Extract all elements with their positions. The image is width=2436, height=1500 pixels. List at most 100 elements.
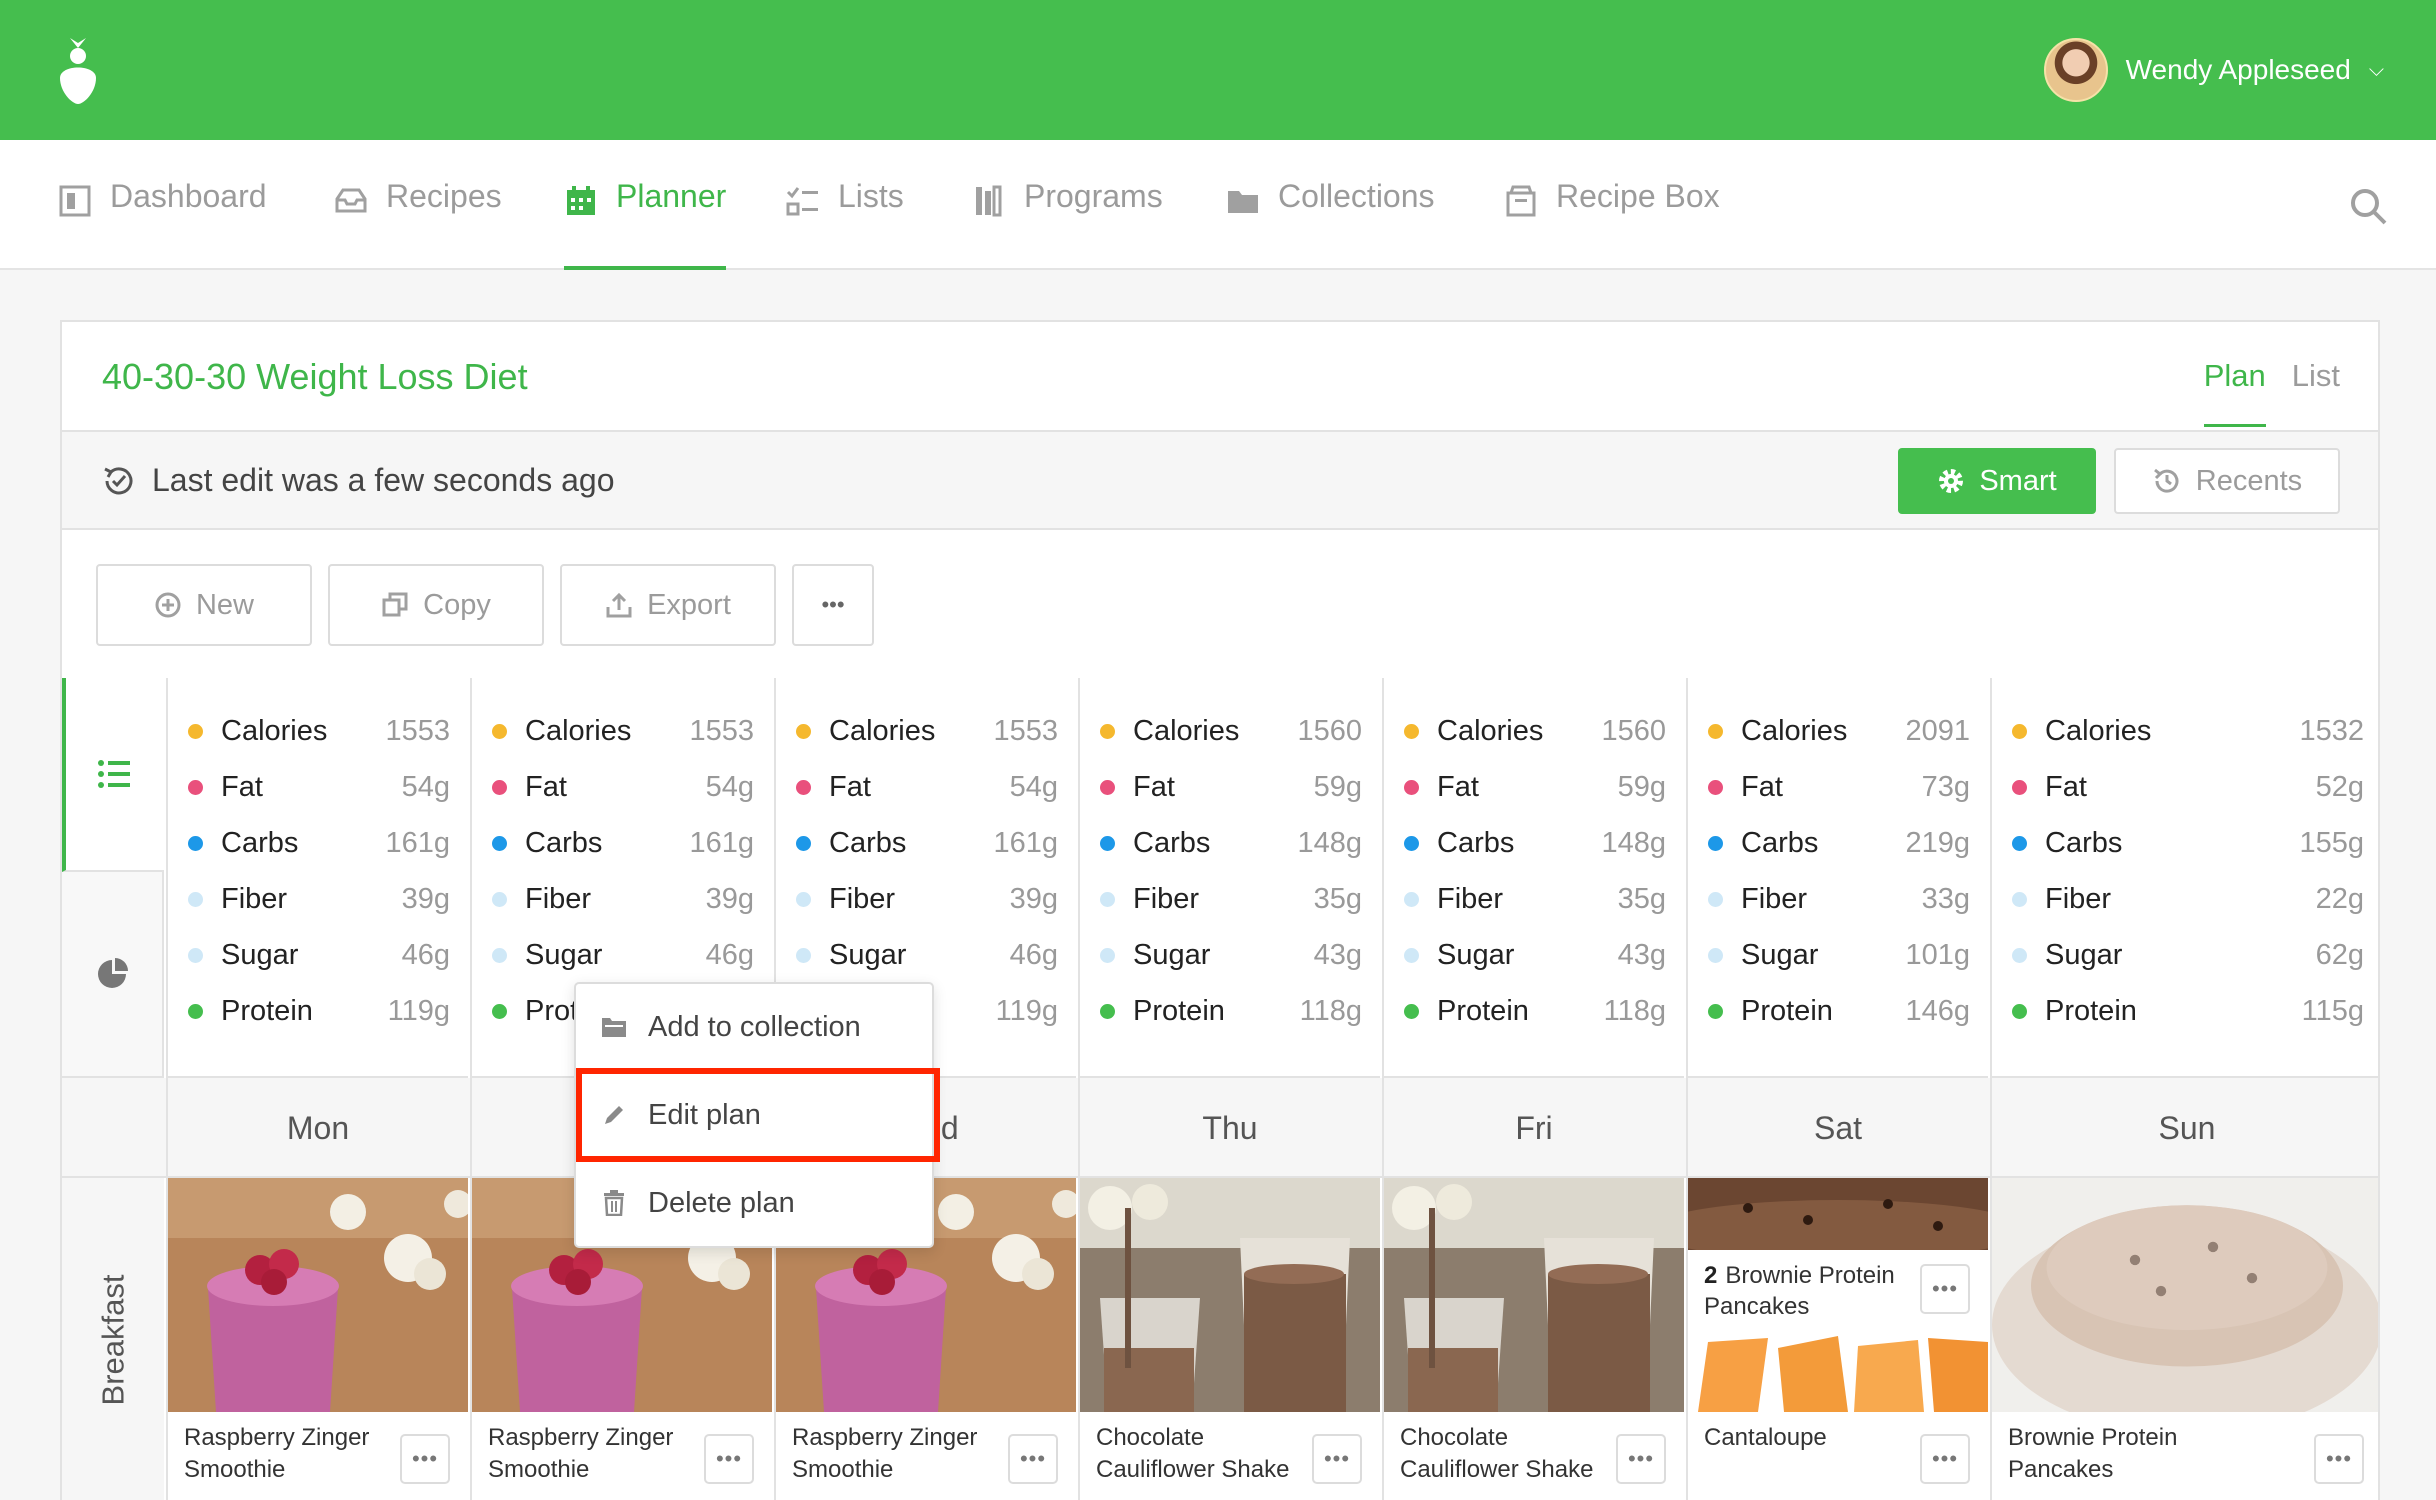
add-to-collection-item[interactable]: Add to collection [576, 986, 932, 1068]
nutrient-value: 54g [401, 770, 450, 803]
tab-list[interactable]: List [2292, 358, 2340, 427]
more-options-button[interactable]: ••• [792, 564, 874, 646]
recents-button[interactable]: Recents [2114, 448, 2340, 514]
recipe-options-button[interactable]: ••• [1616, 1434, 1666, 1484]
fiber-dot-icon [1404, 891, 1419, 907]
nutrient-row-fat: Fat 73g [1688, 758, 1988, 816]
delete-plan-item[interactable]: Delete plan [576, 1162, 932, 1244]
meal-photo[interactable] [168, 1178, 468, 1412]
nutrient-name: Sugar [829, 938, 907, 971]
daily-nutrition-sun: Calories 1532 Fat 52g Carbs 155g Fiber 22g Sugar… [1990, 678, 2378, 1078]
protein-dot-icon [492, 1003, 507, 1019]
calories-dot-icon [2012, 723, 2027, 739]
search-icon[interactable] [2348, 186, 2388, 226]
recipe-name[interactable]: Chocolate Cauliflower Shake [1096, 1422, 1306, 1486]
nutrient-row-calories: Calories 2091 [1688, 702, 1988, 760]
export-button[interactable]: Export [560, 564, 776, 646]
recipe-name[interactable]: Brownie Protein Pancakes [2008, 1422, 2218, 1486]
user-menu[interactable]: Wendy Appleseed ⌵ [2043, 38, 2384, 102]
avatar [2043, 38, 2108, 102]
nutrient-row-fiber: Fiber 39g [472, 870, 772, 928]
day-header-sat: Sat [1686, 1078, 1988, 1178]
meal-card[interactable]: Brownie Protein Pancakes ••• [1990, 1178, 2378, 1500]
nav-label: Dashboard [110, 178, 267, 214]
nav-recipe-box[interactable]: Recipe Box [1504, 178, 1720, 270]
list-icon [98, 760, 130, 788]
recipe-options-button[interactable]: ••• [1008, 1434, 1058, 1484]
daily-nutrition-sat: Calories 2091 Fat 73g Carbs 219g Fiber 33g Sugar… [1686, 678, 1988, 1078]
user-name: Wendy Appleseed [2125, 54, 2351, 85]
nutrient-value: 118g [1299, 994, 1362, 1027]
fat-dot-icon [1100, 779, 1115, 795]
meal-card[interactable]: Chocolate Cauliflower Shake ••• [1382, 1178, 1684, 1500]
gear-icon [1939, 469, 1964, 493]
nutrient-value: 43g [1617, 938, 1666, 971]
nutrient-value: 148g [1601, 826, 1666, 859]
nav-dashboard[interactable]: Dashboard [58, 178, 267, 270]
carbs-dot-icon [492, 835, 507, 851]
nutrient-name: Fat [1133, 770, 1175, 803]
nutrient-value: 161g [385, 826, 450, 859]
nav-programs[interactable]: Programs [972, 178, 1163, 270]
meal-photo[interactable] [1992, 1178, 2378, 1412]
meal-card[interactable]: 2 Brownie Protein Pancakes ••• Cantaloupe ••… [1686, 1178, 1988, 1500]
recipe-name[interactable]: Raspberry Zinger Smoothie [792, 1422, 1002, 1486]
recipe-options-button[interactable]: ••• [400, 1434, 450, 1484]
nutrient-value: 219g [1905, 826, 1970, 859]
recipe-name[interactable]: Raspberry Zinger Smoothie [184, 1422, 394, 1486]
nutrient-value: 148g [1297, 826, 1362, 859]
list-view-tab[interactable] [62, 678, 164, 872]
nutrient-row-sugar: Sugar 43g [1080, 926, 1380, 984]
nutrient-name: Sugar [525, 938, 603, 971]
nutrient-value: 119g [387, 994, 450, 1027]
meal-card[interactable]: Chocolate Cauliflower Shake ••• [1078, 1178, 1380, 1500]
nav-label: Lists [838, 178, 904, 214]
nutrient-value: 54g [705, 770, 754, 803]
main-nav: Dashboard Recipes Planner Lists Programs… [0, 140, 2436, 270]
nutrient-name: Fat [829, 770, 871, 803]
edit-plan-highlight-box [576, 1068, 940, 1162]
nutrient-row-carbs: Carbs 148g [1384, 814, 1684, 872]
recipe-options-button[interactable]: ••• [1312, 1434, 1362, 1484]
strawberry-logo-icon[interactable] [56, 34, 100, 106]
meal-photo[interactable] [1080, 1178, 1380, 1412]
nutrient-name: Calories [1133, 714, 1240, 747]
copy-button[interactable]: Copy [328, 564, 544, 646]
chart-view-tab[interactable] [62, 872, 164, 1078]
calendar-icon [564, 184, 598, 218]
nav-planner[interactable]: Planner [564, 178, 727, 270]
calories-dot-icon [492, 723, 507, 739]
nutrient-value: 155g [2299, 826, 2364, 859]
smart-label: Smart [1979, 464, 2057, 497]
new-button[interactable]: New [96, 564, 312, 646]
nutrient-name: Calories [1437, 714, 1544, 747]
nav-recipes[interactable]: Recipes [334, 178, 502, 270]
recipe-name[interactable]: Cantaloupe [1704, 1422, 1914, 1454]
nutrient-row-protein: Protein 118g [1384, 982, 1684, 1040]
day-header-row: MonTueWedThuFriSatSun [62, 1078, 2378, 1178]
nutrient-name: Carbs [221, 826, 299, 859]
nutrient-row-fiber: Fiber 35g [1384, 870, 1684, 928]
extra-recipe-card[interactable]: 2 Brownie Protein Pancakes ••• [1688, 1250, 1988, 1332]
recipe-name[interactable]: Raspberry Zinger Smoothie [488, 1422, 698, 1486]
nutrient-name: Protein [221, 994, 313, 1027]
meal-photo[interactable] [1384, 1178, 1684, 1412]
smart-button[interactable]: Smart [1898, 448, 2096, 514]
nutrient-row-fat: Fat 54g [776, 758, 1076, 816]
meal-card[interactable]: Raspberry Zinger Smoothie ••• [166, 1178, 468, 1500]
tab-plan[interactable]: Plan [2203, 358, 2266, 427]
nutrient-value: 54g [1009, 770, 1058, 803]
nav-collections[interactable]: Collections [1226, 178, 1435, 270]
daily-nutrition-thu: Calories 1560 Fat 59g Carbs 148g Fiber 35g Sugar… [1078, 678, 1380, 1078]
recipe-options-button[interactable]: ••• [1920, 1264, 1970, 1314]
recipe-options-button[interactable]: ••• [2314, 1434, 2364, 1484]
recipe-options-button[interactable]: ••• [1920, 1434, 1970, 1484]
recipe-name[interactable]: Chocolate Cauliflower Shake [1400, 1422, 1610, 1486]
copy-icon [382, 592, 408, 617]
recipe-options-button[interactable]: ••• [704, 1434, 754, 1484]
nutrient-name: Sugar [1133, 938, 1211, 971]
view-tabs: Plan List [2203, 358, 2340, 427]
nav-lists[interactable]: Lists [786, 178, 904, 270]
nutrient-value: 115g [2301, 994, 2364, 1027]
nutrient-value: 46g [401, 938, 450, 971]
